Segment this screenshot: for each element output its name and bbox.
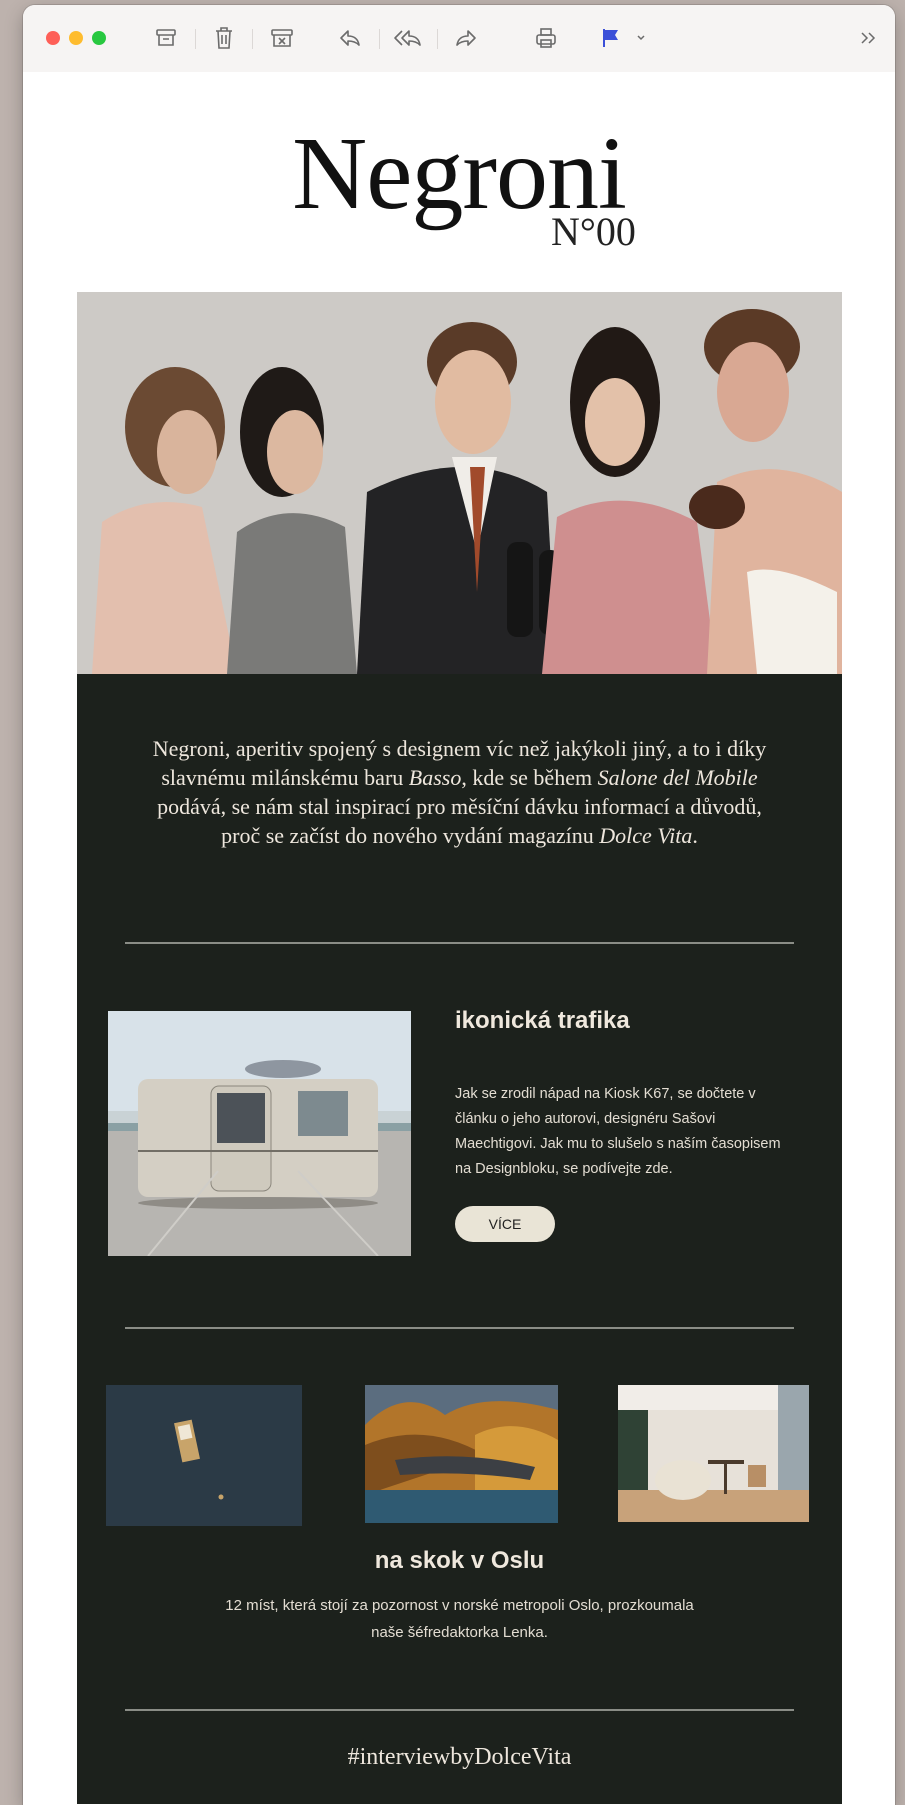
forward-icon[interactable] — [453, 25, 479, 51]
article-title[interactable]: ikonická trafika — [455, 1007, 630, 1035]
trash-icon[interactable] — [211, 25, 237, 51]
reply-all-icon[interactable] — [393, 25, 425, 51]
kiosk-image[interactable] — [108, 1011, 411, 1256]
oslo-photo-bridge[interactable] — [365, 1385, 558, 1523]
more-button[interactable]: VÍCE — [455, 1206, 555, 1242]
article-body: Jak se zrodil nápad na Kiosk K67, se doč… — [455, 1086, 781, 1177]
divider — [125, 942, 794, 944]
oslo-title[interactable]: na skok v Oslu — [77, 1547, 842, 1575]
oslo-photo-interior[interactable] — [618, 1385, 809, 1522]
reply-icon[interactable] — [337, 25, 363, 51]
zoom-window-button[interactable] — [92, 31, 106, 45]
oslo-photo-boat[interactable] — [106, 1385, 302, 1526]
archive-icon[interactable] — [153, 25, 179, 51]
oslo-body: 12 míst, která stojí za pozornost v nors… — [225, 1597, 694, 1641]
junk-icon[interactable] — [269, 25, 295, 51]
divider — [125, 1327, 794, 1329]
hero-image[interactable] — [77, 292, 842, 674]
hashtag-heading[interactable]: #interviewbyDolceVita — [77, 1744, 842, 1771]
divider — [125, 1709, 794, 1711]
newsletter-dark-section: Negroni, aperitiv spojený s designem víc… — [77, 674, 842, 1804]
mail-toolbar — [23, 5, 895, 73]
close-window-button[interactable] — [46, 31, 60, 45]
flag-icon[interactable] — [598, 25, 624, 51]
minimize-window-button[interactable] — [69, 31, 83, 45]
issue-number: N°00 — [551, 209, 636, 254]
intro-paragraph: Negroni, aperitiv spojený s designem víc… — [152, 736, 767, 848]
email-body: Negroni N°00 Negroni, aperitiv spojený s… — [23, 72, 895, 1805]
mail-window: Negroni N°00 Negroni, aperitiv spojený s… — [23, 5, 895, 1805]
chevron-down-icon[interactable] — [633, 25, 649, 51]
print-icon[interactable] — [533, 25, 559, 51]
more-icon[interactable] — [857, 25, 879, 51]
newsletter-logo: Negroni — [292, 116, 627, 231]
